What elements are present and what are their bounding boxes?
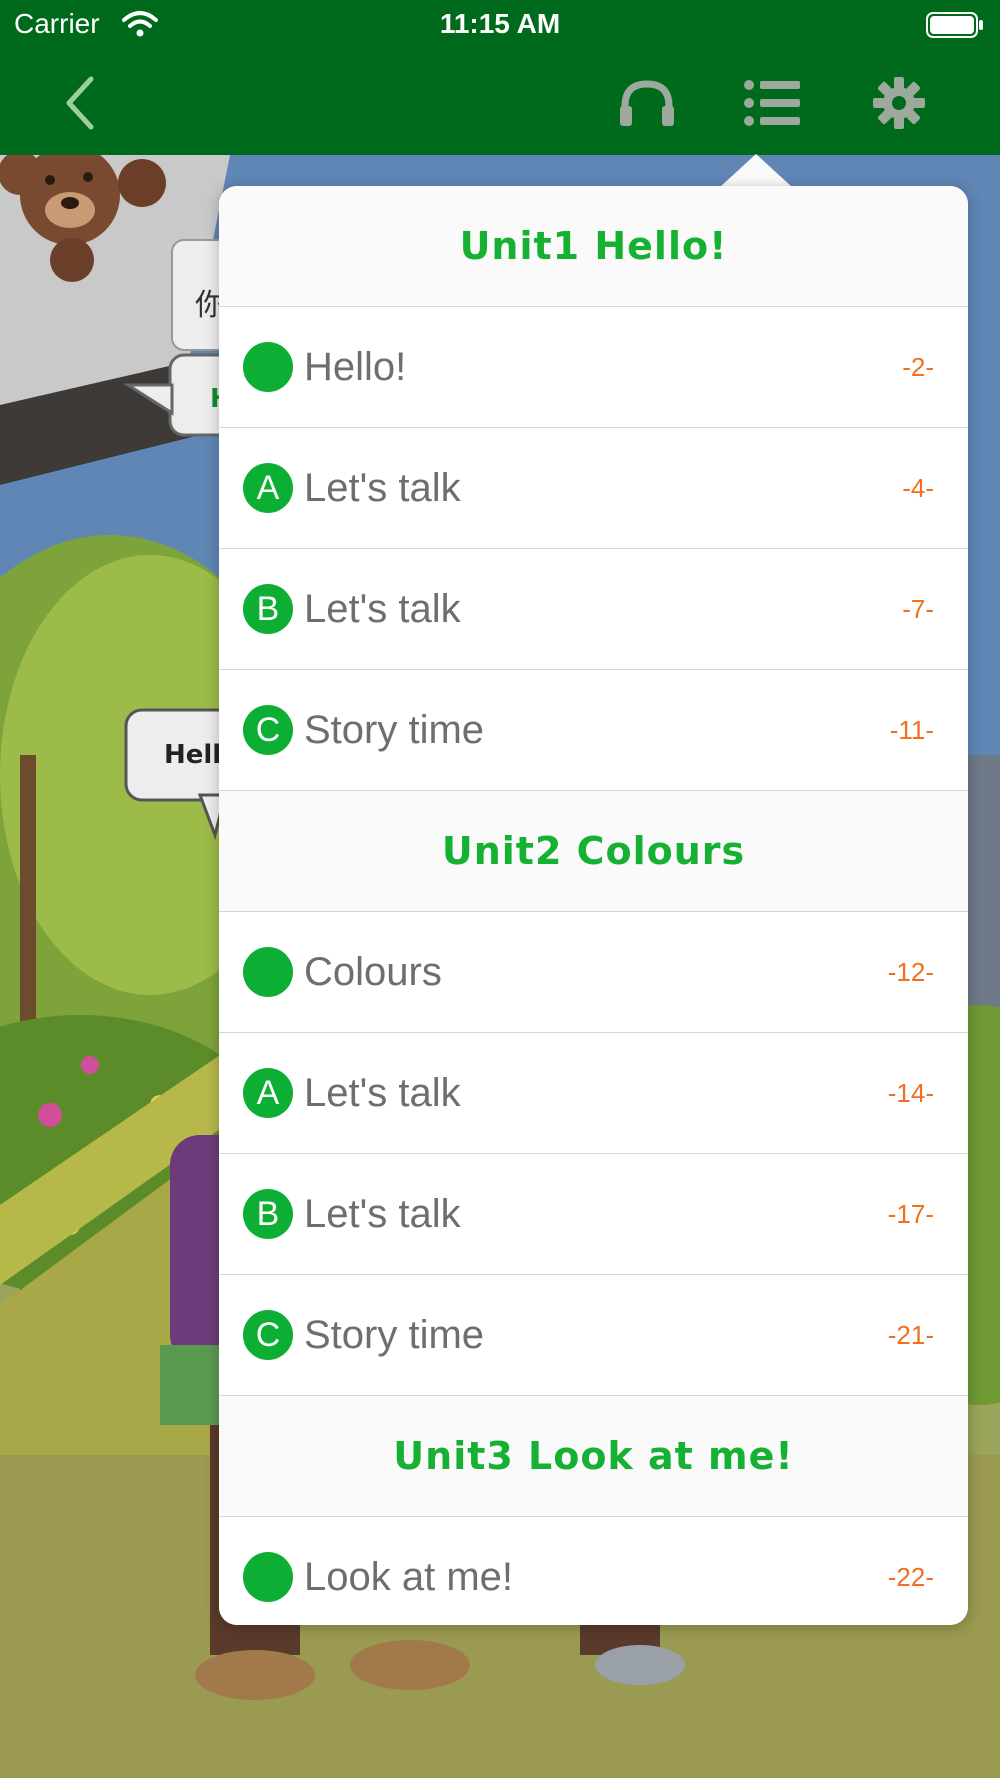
toc-row-label: Look at me! [304,1555,514,1599]
toc-row-label: Let's talk [304,1192,461,1236]
unit-header-3: Unit3 Look at me! [219,1396,968,1517]
popover-arrow [720,154,792,187]
chevron-left-icon [66,76,94,130]
status-time: 11:15 AM [439,8,561,39]
a-badge: A [243,463,293,513]
toc-row-unit2-intro[interactable]: Colours -12- [219,912,968,1033]
toc-row-page: -14- [887,1078,934,1108]
b-badge: B [243,584,293,634]
toc-row-page: -17- [887,1199,934,1229]
list-icon [744,80,800,126]
toc-row-unit1-a[interactable]: A Let's talk -4- [219,428,968,549]
contents-button[interactable] [738,70,808,136]
toc-row-unit2-c[interactable]: C Story time -21- [219,1275,968,1396]
unit-header-2: Unit2 Colours [219,791,968,912]
toc-row-label: Colours [304,950,442,994]
toc-row-page: -4- [902,473,934,503]
toc-row-unit1-c[interactable]: C Story time -11- [219,670,968,791]
toc-row-unit2-a[interactable]: A Let's talk -14- [219,1033,968,1154]
toc-row-label: Let's talk [304,587,461,631]
contents-popover: Unit1 Hello! Hello! -2- A Let's talk -4-… [219,186,968,1625]
toc-row-unit3-intro[interactable]: Look at me! -22- [219,1517,968,1625]
status-bar: Carrier 11:15 AM [0,0,1000,52]
toc-row-page: -7- [902,594,934,624]
settings-button[interactable] [864,70,934,136]
toc-row-unit1-b[interactable]: B Let's talk -7- [219,549,968,670]
unit-header-1: Unit1 Hello! [219,186,968,307]
toc-row-page: -2- [902,352,934,382]
c-badge: C [243,705,293,755]
gear-icon [873,77,925,129]
toc-row-page: -12- [887,957,934,987]
headphones-icon [620,80,674,126]
a-badge: A [243,1068,293,1118]
toc-row-page: -11- [889,715,934,745]
toc-row-label: Story time [304,1313,485,1357]
toc-row-label: Let's talk [304,1071,461,1115]
toc-row-unit2-b[interactable]: B Let's talk -17- [219,1154,968,1275]
toc-row-label: Hello! [304,345,407,389]
audio-button[interactable] [612,70,682,136]
nav-bar [0,52,1000,155]
c-badge: C [243,1310,293,1360]
dot-badge [243,1552,293,1602]
back-button[interactable] [46,70,116,136]
toc-row-page: -22- [887,1562,934,1592]
battery-icon [926,12,983,38]
toc-row-label: Let's talk [304,466,461,510]
dot-badge [243,947,293,997]
toc-row-unit1-intro[interactable]: Hello! -2- [219,307,968,428]
toc-row-page: -21- [887,1320,934,1350]
dot-badge [243,342,293,392]
b-badge: B [243,1189,293,1239]
toc-row-label: Story time [304,708,485,752]
